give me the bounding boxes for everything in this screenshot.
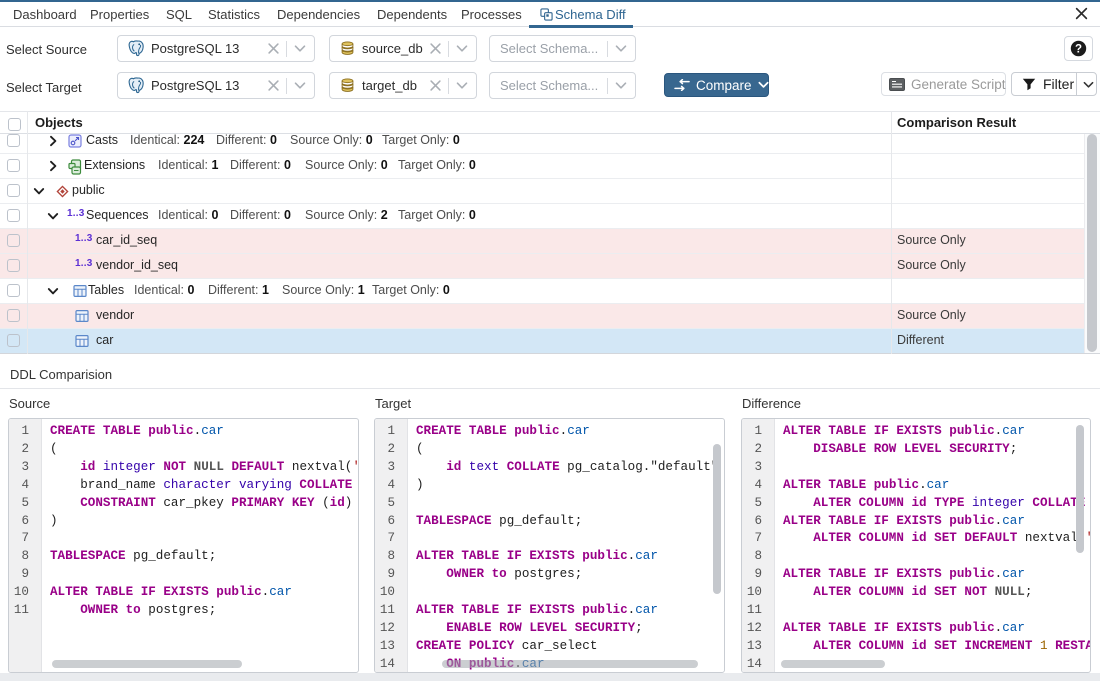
svg-text:?: ? bbox=[1075, 43, 1082, 55]
